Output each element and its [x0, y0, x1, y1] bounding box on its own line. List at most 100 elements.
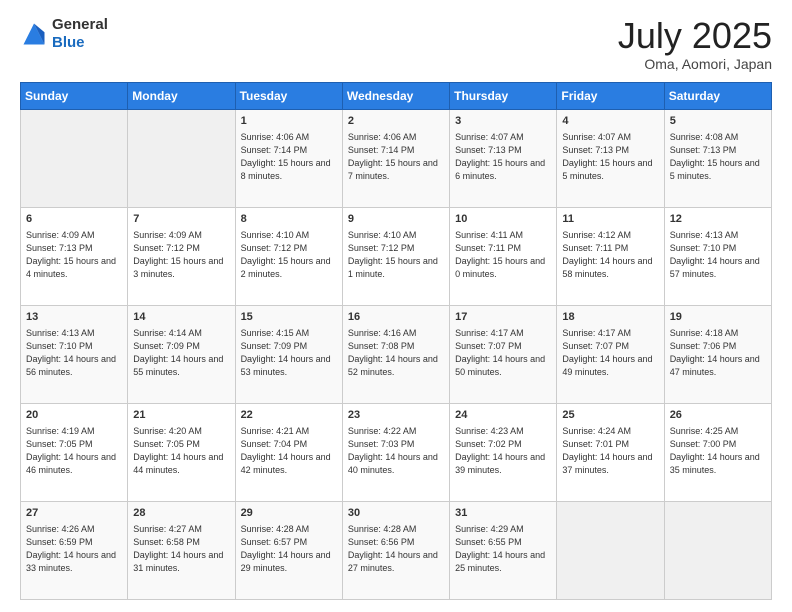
day-number: 28 — [133, 506, 229, 521]
page: General Blue July 2025 Oma, Aomori, Japa… — [0, 0, 792, 612]
day-number: 29 — [241, 506, 337, 521]
calendar-cell: 20Sunrise: 4:19 AM Sunset: 7:05 PM Dayli… — [21, 403, 128, 501]
title-location: Oma, Aomori, Japan — [618, 56, 772, 72]
calendar-cell: 17 Sunrise: 4:17 AM Sunset: 7:07 PM Dayli… — [450, 305, 557, 403]
day-number: 22 — [241, 408, 337, 423]
day-number: 17 — [455, 310, 551, 325]
calendar-cell: 5 Sunrise: 4:08 AM Sunset: 7:13 PM Daylig… — [664, 109, 771, 207]
day-info: Sunrise: 4:21 AM Sunset: 7:04 PM Dayligh… — [241, 425, 337, 477]
day-number: 26 — [670, 408, 766, 423]
calendar-cell: 28Sunrise: 4:27 AM Sunset: 6:58 PM Dayli… — [128, 501, 235, 599]
calendar-week-4: 20Sunrise: 4:19 AM Sunset: 7:05 PM Dayli… — [21, 403, 772, 501]
calendar-cell: 22 Sunrise: 4:21 AM Sunset: 7:04 PM Dayli… — [235, 403, 342, 501]
day-info: Sunrise: 4:18 AM Sunset: 7:06 PM Dayligh… — [670, 327, 766, 379]
calendar-cell: 4 Sunrise: 4:07 AM Sunset: 7:13 PM Daylig… — [557, 109, 664, 207]
day-info: Sunrise: 4:10 AM Sunset: 7:12 PM Dayligh… — [241, 229, 337, 281]
day-number: 19 — [670, 310, 766, 325]
calendar-week-1: 1 Sunrise: 4:06 AM Sunset: 7:14 PM Daylig… — [21, 109, 772, 207]
calendar-cell: 15 Sunrise: 4:15 AM Sunset: 7:09 PM Dayli… — [235, 305, 342, 403]
title-month: July 2025 — [618, 16, 772, 56]
calendar-cell: 7 Sunrise: 4:09 AM Sunset: 7:12 PM Daylig… — [128, 207, 235, 305]
day-number: 14 — [133, 310, 229, 325]
calendar-header-tuesday: Tuesday — [235, 82, 342, 109]
day-number: 12 — [670, 212, 766, 227]
day-number: 1 — [241, 114, 337, 129]
day-info: Sunrise: 4:17 AM Sunset: 7:07 PM Dayligh… — [562, 327, 658, 379]
day-info: Sunrise: 4:20 AM Sunset: 7:05 PM Dayligh… — [133, 425, 229, 477]
day-info: Sunrise: 4:28 AM Sunset: 6:57 PM Dayligh… — [241, 523, 337, 575]
calendar-header-thursday: Thursday — [450, 82, 557, 109]
calendar-cell: 10 Sunrise: 4:11 AM Sunset: 7:11 PM Dayli… — [450, 207, 557, 305]
day-number: 18 — [562, 310, 658, 325]
day-info: Sunrise: 4:17 AM Sunset: 7:07 PM Dayligh… — [455, 327, 551, 379]
day-info: Sunrise: 4:14 AM Sunset: 7:09 PM Dayligh… — [133, 327, 229, 379]
calendar-cell: 2Sunrise: 4:06 AM Sunset: 7:14 PM Daylig… — [342, 109, 449, 207]
day-number: 5 — [670, 114, 766, 129]
day-number: 15 — [241, 310, 337, 325]
logo: General Blue — [20, 16, 108, 52]
day-info: Sunrise: 4:26 AM Sunset: 6:59 PM Dayligh… — [26, 523, 122, 575]
calendar-cell: 19 Sunrise: 4:18 AM Sunset: 7:06 PM Dayli… — [664, 305, 771, 403]
logo-text: General Blue — [52, 16, 108, 52]
title-block: July 2025 Oma, Aomori, Japan — [618, 16, 772, 72]
calendar-cell — [128, 109, 235, 207]
day-info: Sunrise: 4:08 AM Sunset: 7:13 PM Dayligh… — [670, 131, 766, 183]
day-info: Sunrise: 4:13 AM Sunset: 7:10 PM Dayligh… — [26, 327, 122, 379]
day-number: 6 — [26, 212, 122, 227]
day-info: Sunrise: 4:24 AM Sunset: 7:01 PM Dayligh… — [562, 425, 658, 477]
day-info: Sunrise: 4:06 AM Sunset: 7:14 PM Dayligh… — [348, 131, 444, 183]
day-number: 8 — [241, 212, 337, 227]
day-number: 11 — [562, 212, 658, 227]
calendar-cell: 9 Sunrise: 4:10 AM Sunset: 7:12 PM Daylig… — [342, 207, 449, 305]
day-info: Sunrise: 4:06 AM Sunset: 7:14 PM Dayligh… — [241, 131, 337, 183]
day-info: Sunrise: 4:22 AM Sunset: 7:03 PM Dayligh… — [348, 425, 444, 477]
calendar-cell: 24 Sunrise: 4:23 AM Sunset: 7:02 PM Dayli… — [450, 403, 557, 501]
calendar-header-row: SundayMondayTuesdayWednesdayThursdayFrid… — [21, 82, 772, 109]
calendar-cell: 12 Sunrise: 4:13 AM Sunset: 7:10 PM Dayli… — [664, 207, 771, 305]
logo-icon — [20, 20, 48, 48]
day-number: 24 — [455, 408, 551, 423]
calendar-header-friday: Friday — [557, 82, 664, 109]
calendar-cell: 29 Sunrise: 4:28 AM Sunset: 6:57 PM Dayli… — [235, 501, 342, 599]
day-info: Sunrise: 4:19 AM Sunset: 7:05 PM Dayligh… — [26, 425, 122, 477]
calendar-cell: 30Sunrise: 4:28 AM Sunset: 6:56 PM Dayli… — [342, 501, 449, 599]
header: General Blue July 2025 Oma, Aomori, Japa… — [20, 16, 772, 72]
calendar-cell — [557, 501, 664, 599]
day-info: Sunrise: 4:15 AM Sunset: 7:09 PM Dayligh… — [241, 327, 337, 379]
day-info: Sunrise: 4:29 AM Sunset: 6:55 PM Dayligh… — [455, 523, 551, 575]
day-number: 21 — [133, 408, 229, 423]
day-number: 23 — [348, 408, 444, 423]
day-info: Sunrise: 4:23 AM Sunset: 7:02 PM Dayligh… — [455, 425, 551, 477]
calendar-cell: 1 Sunrise: 4:06 AM Sunset: 7:14 PM Daylig… — [235, 109, 342, 207]
day-info: Sunrise: 4:09 AM Sunset: 7:12 PM Dayligh… — [133, 229, 229, 281]
day-number: 16 — [348, 310, 444, 325]
day-number: 3 — [455, 114, 551, 129]
day-number: 30 — [348, 506, 444, 521]
day-info: Sunrise: 4:13 AM Sunset: 7:10 PM Dayligh… — [670, 229, 766, 281]
day-info: Sunrise: 4:12 AM Sunset: 7:11 PM Dayligh… — [562, 229, 658, 281]
calendar-week-3: 13Sunrise: 4:13 AM Sunset: 7:10 PM Dayli… — [21, 305, 772, 403]
calendar-cell: 21 Sunrise: 4:20 AM Sunset: 7:05 PM Dayli… — [128, 403, 235, 501]
day-info: Sunrise: 4:11 AM Sunset: 7:11 PM Dayligh… — [455, 229, 551, 281]
calendar-cell — [21, 109, 128, 207]
calendar-cell: 16Sunrise: 4:16 AM Sunset: 7:08 PM Dayli… — [342, 305, 449, 403]
day-number: 4 — [562, 114, 658, 129]
day-info: Sunrise: 4:25 AM Sunset: 7:00 PM Dayligh… — [670, 425, 766, 477]
calendar-cell: 3 Sunrise: 4:07 AM Sunset: 7:13 PM Daylig… — [450, 109, 557, 207]
calendar-cell: 8 Sunrise: 4:10 AM Sunset: 7:12 PM Daylig… — [235, 207, 342, 305]
calendar-cell: 25Sunrise: 4:24 AM Sunset: 7:01 PM Dayli… — [557, 403, 664, 501]
day-info: Sunrise: 4:07 AM Sunset: 7:13 PM Dayligh… — [562, 131, 658, 183]
day-number: 7 — [133, 212, 229, 227]
calendar-header-saturday: Saturday — [664, 82, 771, 109]
day-info: Sunrise: 4:07 AM Sunset: 7:13 PM Dayligh… — [455, 131, 551, 183]
day-info: Sunrise: 4:09 AM Sunset: 7:13 PM Dayligh… — [26, 229, 122, 281]
calendar-cell: 26 Sunrise: 4:25 AM Sunset: 7:00 PM Dayli… — [664, 403, 771, 501]
day-number: 27 — [26, 506, 122, 521]
day-number: 10 — [455, 212, 551, 227]
calendar-table: SundayMondayTuesdayWednesdayThursdayFrid… — [20, 82, 772, 600]
day-info: Sunrise: 4:10 AM Sunset: 7:12 PM Dayligh… — [348, 229, 444, 281]
day-number: 9 — [348, 212, 444, 227]
logo-general: General — [52, 16, 108, 33]
logo-blue: Blue — [52, 34, 85, 51]
calendar-cell: 31Sunrise: 4:29 AM Sunset: 6:55 PM Dayli… — [450, 501, 557, 599]
